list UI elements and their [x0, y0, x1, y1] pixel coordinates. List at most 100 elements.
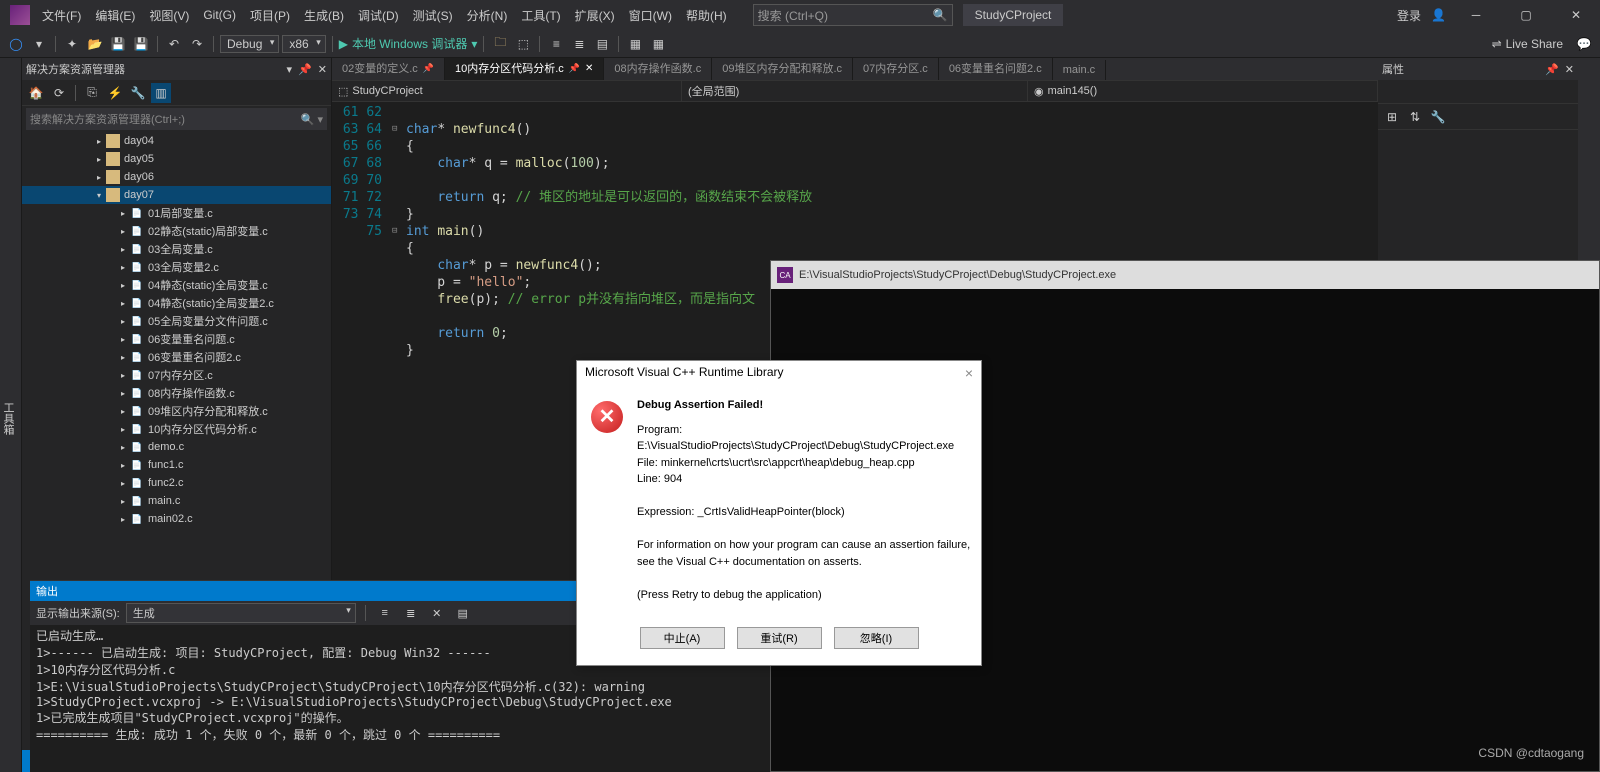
sort-icon[interactable]: ⇅ [1405, 107, 1425, 127]
file-item[interactable]: ▸📄func1.c [22, 456, 331, 474]
file-item[interactable]: ▸📄05全局变量分文件问题.c [22, 312, 331, 330]
toolbox-tab[interactable]: 工具箱 [0, 58, 22, 772]
tool-icon[interactable]: 🗀 [490, 34, 510, 54]
menu-item[interactable]: 帮助(H) [680, 3, 733, 28]
tool-icon[interactable]: ▦ [625, 34, 645, 54]
file-item[interactable]: ▸📄01局部变量.c [22, 204, 331, 222]
editor-tab[interactable]: 06变量重名问题2.c [939, 58, 1053, 80]
tool-icon[interactable]: ▦ [648, 34, 668, 54]
config-select[interactable]: Debug [220, 35, 279, 53]
user-icon[interactable]: 👤 [1431, 8, 1446, 22]
file-item[interactable]: ▸📄main.c [22, 492, 331, 510]
file-item[interactable]: ▸📄main02.c [22, 510, 331, 528]
feedback-icon[interactable]: 💬 [1574, 34, 1594, 54]
menu-item[interactable]: 测试(S) [407, 3, 459, 28]
tool-icon[interactable]: ≡ [375, 603, 395, 623]
file-item[interactable]: ▸📄03全局变量2.c [22, 258, 331, 276]
back-icon[interactable]: ◯ [6, 34, 26, 54]
home-icon[interactable]: 🏠 [26, 83, 46, 103]
tool-icon[interactable]: ≡ [546, 34, 566, 54]
dropdown-icon[interactable]: ▾ [287, 63, 293, 76]
tool-icon[interactable]: ▤ [453, 603, 473, 623]
file-item[interactable]: ▸📄03全局变量.c [22, 240, 331, 258]
menu-item[interactable]: 分析(N) [461, 3, 514, 28]
pin-icon[interactable]: 📌 [1545, 63, 1559, 76]
source-select[interactable]: 生成 [126, 603, 356, 623]
tool-icon[interactable]: ⚡ [105, 83, 125, 103]
undo-icon[interactable]: ↶ [164, 34, 184, 54]
close-icon[interactable]: ✕ [318, 63, 327, 76]
file-item[interactable]: ▸📄06变量重名问题2.c [22, 348, 331, 366]
menu-item[interactable]: 编辑(E) [89, 3, 141, 28]
live-share[interactable]: ⇌ Live Share [1492, 37, 1563, 51]
maximize-icon[interactable]: ▢ [1506, 0, 1546, 30]
folder-item[interactable]: ▾day07 [22, 186, 331, 204]
abort-button[interactable]: 中止(A) [640, 627, 725, 649]
cat-icon[interactable]: ⊞ [1382, 107, 1402, 127]
menu-item[interactable]: 扩展(X) [569, 3, 621, 28]
search-icon[interactable]: 🔍 [933, 8, 948, 22]
retry-button[interactable]: 重试(R) [737, 627, 822, 649]
folder-item[interactable]: ▸day04 [22, 132, 331, 150]
run-button[interactable]: ▶ 本地 Windows 调试器 ▾ [339, 35, 478, 52]
project-name[interactable]: StudyCProject [963, 4, 1064, 26]
editor-tab[interactable]: main.c [1053, 60, 1106, 80]
menu-item[interactable]: 工具(T) [515, 3, 566, 28]
tool-icon[interactable]: ⬚ [513, 34, 533, 54]
editor-tab[interactable]: 09堆区内存分配和释放.c [712, 58, 853, 80]
menu-item[interactable]: 调试(D) [352, 3, 405, 28]
menu-item[interactable]: 项目(P) [244, 3, 296, 28]
menu-item[interactable]: 文件(F) [36, 3, 87, 28]
tool-icon[interactable]: ✕ [427, 603, 447, 623]
file-item[interactable]: ▸📄09堆区内存分配和释放.c [22, 402, 331, 420]
file-item[interactable]: ▸📄02静态(static)局部变量.c [22, 222, 331, 240]
new-icon[interactable]: ✦ [62, 34, 82, 54]
platform-select[interactable]: x86 [282, 35, 325, 53]
close-icon[interactable]: ✕ [585, 63, 593, 74]
ignore-button[interactable]: 忽略(I) [834, 627, 919, 649]
file-item[interactable]: ▸📄06变量重名问题.c [22, 330, 331, 348]
pin-icon[interactable]: 📌 [423, 63, 434, 74]
close-icon[interactable]: × [965, 365, 973, 383]
nav-project[interactable]: ⬚ StudyCProject [332, 81, 682, 101]
refresh-icon[interactable]: ⟳ [49, 83, 69, 103]
file-item[interactable]: ▸📄func2.c [22, 474, 331, 492]
pin-icon[interactable]: 📌 [569, 63, 580, 74]
file-item[interactable]: ▸📄demo.c [22, 438, 331, 456]
file-item[interactable]: ▸📄08内存操作函数.c [22, 384, 331, 402]
file-item[interactable]: ▸📄04静态(static)全局变量2.c [22, 294, 331, 312]
editor-tab[interactable]: 02变量的定义.c 📌 [332, 58, 445, 80]
fwd-icon[interactable]: ▾ [29, 34, 49, 54]
login-link[interactable]: 登录 [1397, 7, 1421, 24]
open-icon[interactable]: 📂 [85, 34, 105, 54]
save-icon[interactable]: 💾 [108, 34, 128, 54]
saveall-icon[interactable]: 💾 [131, 34, 151, 54]
menu-item[interactable]: 视图(V) [143, 3, 195, 28]
file-item[interactable]: ▸📄07内存分区.c [22, 366, 331, 384]
explorer-search[interactable]: 搜索解决方案资源管理器(Ctrl+;) 🔍 ▾ [26, 108, 327, 130]
file-item[interactable]: ▸📄04静态(static)全局变量.c [22, 276, 331, 294]
editor-tab[interactable]: 10内存分区代码分析.c 📌 ✕ [445, 58, 604, 80]
redo-icon[interactable]: ↷ [187, 34, 207, 54]
folder-item[interactable]: ▸day06 [22, 168, 331, 186]
tool-icon[interactable]: ⎘ [82, 83, 102, 103]
wrench-icon[interactable]: 🔧 [1428, 107, 1448, 127]
nav-func[interactable]: ◉ main145() [1028, 81, 1378, 101]
tool-icon[interactable]: 🔧 [128, 83, 148, 103]
close-icon[interactable]: ✕ [1556, 0, 1596, 30]
tool-icon[interactable]: ▥ [151, 83, 171, 103]
editor-tab[interactable]: 07内存分区.c [853, 58, 939, 80]
tool-icon[interactable]: ≣ [569, 34, 589, 54]
nav-scope[interactable]: (全局范围) [682, 81, 1028, 101]
pin-icon[interactable]: 📌 [298, 63, 312, 76]
editor-tab[interactable]: 08内存操作函数.c [604, 58, 712, 80]
search-input[interactable]: 搜索 (Ctrl+Q) 🔍 [753, 4, 953, 26]
menu-item[interactable]: 窗口(W) [623, 3, 678, 28]
tool-icon[interactable]: ▤ [592, 34, 612, 54]
tool-icon[interactable]: ≣ [401, 603, 421, 623]
menu-item[interactable]: Git(G) [197, 4, 242, 26]
folder-item[interactable]: ▸day05 [22, 150, 331, 168]
close-icon[interactable]: ✕ [1565, 63, 1574, 76]
minimize-icon[interactable]: ─ [1456, 0, 1496, 30]
menu-item[interactable]: 生成(B) [298, 3, 350, 28]
